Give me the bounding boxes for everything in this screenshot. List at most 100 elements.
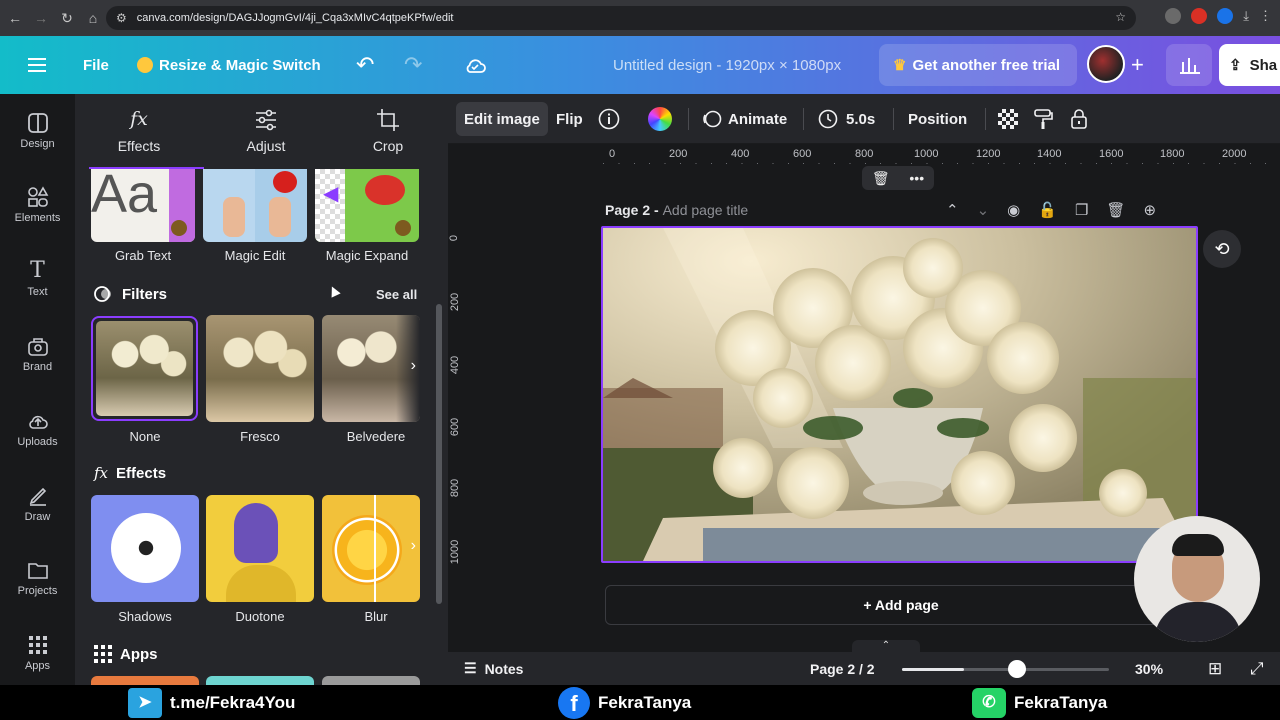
duplicate-page-icon[interactable]: ❐	[1075, 201, 1088, 219]
page-title-input[interactable]: Add page title	[663, 202, 749, 218]
info-button[interactable]	[598, 102, 620, 136]
effect-duotone[interactable]	[206, 495, 314, 602]
rail-draw[interactable]: Draw	[0, 485, 75, 523]
tab-effects[interactable]: fx Effects	[79, 108, 199, 154]
rail-design[interactable]: Design	[0, 112, 75, 150]
filter-belvedere[interactable]: ›	[322, 315, 420, 422]
comment-icon[interactable]: ⟲	[1203, 230, 1241, 268]
rail-apps[interactable]: Apps	[0, 634, 75, 672]
rail-label: Draw	[24, 511, 51, 523]
ruler-tick: 0	[448, 234, 461, 242]
rail-text[interactable]: T Text	[0, 260, 75, 299]
tab-label: Effects	[117, 138, 161, 154]
extension-icon[interactable]	[1191, 8, 1208, 24]
hand-shape	[269, 197, 291, 237]
animate-button[interactable]: Animate	[702, 102, 787, 136]
menu-button[interactable]	[28, 36, 46, 94]
color-button[interactable]	[648, 102, 672, 136]
more-options-icon[interactable]: •••	[909, 170, 924, 186]
fullscreen-icon[interactable]: ⤢	[1250, 659, 1264, 679]
rose-shape	[273, 171, 297, 193]
chevron-right-icon[interactable]: ›	[411, 357, 416, 375]
add-page-button[interactable]: + Add page	[605, 585, 1197, 625]
lock-page-icon[interactable]: 🔓	[1038, 201, 1057, 219]
tab-label: Adjust	[246, 138, 286, 154]
hide-page-icon[interactable]: ◉	[1007, 201, 1020, 219]
design-page[interactable]	[601, 226, 1198, 563]
chevron-up-icon[interactable]: ⌃	[946, 201, 959, 219]
site-settings-icon[interactable]: ⚙	[116, 11, 127, 25]
resize-button[interactable]: Resize & Magic Switch	[137, 36, 321, 94]
soccer-ball-shape	[111, 513, 181, 583]
rail-brand[interactable]: Brand	[0, 335, 75, 373]
rail-projects[interactable]: Projects	[0, 559, 75, 597]
notes-icon: ☰	[464, 660, 477, 676]
edit-image-button[interactable]: Edit image	[456, 102, 548, 136]
flip-button[interactable]: Flip	[556, 102, 583, 136]
chevron-down-icon[interactable]: ⌄	[977, 201, 990, 219]
document-title[interactable]: Untitled design - 1920px × 1080px	[613, 36, 841, 94]
paint-roller-button[interactable]	[1033, 102, 1053, 136]
presenter-hair	[1172, 534, 1224, 556]
notes-label: Notes	[484, 660, 524, 677]
see-all-link[interactable]: See all	[376, 287, 417, 302]
ruler-tick: 1000	[914, 148, 939, 160]
avatar[interactable]	[1087, 45, 1125, 83]
notes-button[interactable]: ☰ Notes	[464, 660, 523, 677]
home-icon[interactable]: ⌂	[82, 10, 104, 26]
redo-icon[interactable]: ↷	[404, 36, 422, 94]
app-thumbnail[interactable]	[91, 676, 199, 685]
delete-page-icon[interactable]: 🗑	[1106, 201, 1125, 219]
zoom-slider-handle[interactable]	[1008, 660, 1026, 678]
facebook-icon: f	[558, 687, 590, 719]
address-bar[interactable]: ⚙ canva.com/design/DAGJJogmGvI/4ji_Cqa3x…	[106, 6, 1136, 30]
collapse-pages-handle[interactable]: ⌃	[852, 640, 920, 652]
app-thumbnail[interactable]	[322, 676, 420, 685]
whatsapp-icon: ✆	[972, 688, 1006, 718]
magic-edit-thumbnail[interactable]	[203, 169, 307, 242]
add-collaborator-icon[interactable]: +	[1131, 36, 1144, 94]
browser-bar: ← → ↻ ⌂ ⚙ canva.com/design/DAGJJogmGvI/4…	[0, 0, 1280, 36]
grab-text-thumbnail[interactable]: Aa	[91, 169, 195, 242]
download-icon[interactable]: ⤓	[1243, 8, 1249, 24]
lock-button[interactable]	[1070, 102, 1088, 136]
bookmark-star-icon[interactable]: ☆	[1115, 10, 1126, 24]
hydrangea-photo	[603, 228, 1196, 561]
zoom-level[interactable]: 30%	[1135, 661, 1163, 677]
horizontal-ruler: 0 200 400 600 800 1000 1200 1400 1600 18…	[603, 144, 1280, 166]
undo-icon[interactable]: ↶	[356, 36, 374, 94]
filter-fresco[interactable]	[206, 315, 314, 422]
chevron-right-icon[interactable]: ›	[411, 537, 416, 555]
back-icon[interactable]: ←	[4, 10, 26, 26]
video-footer-banner: ➤ t.me/Fekra4You f FekraTanya ✆ FekraTan…	[0, 685, 1280, 720]
duration-button[interactable]: 5.0s	[818, 102, 875, 136]
rail-uploads[interactable]: Uploads	[0, 410, 75, 448]
tab-crop[interactable]: Crop	[328, 108, 448, 154]
ruler-tick: 1800	[1160, 148, 1185, 160]
effect-shadows[interactable]	[91, 495, 199, 602]
app-thumbnail[interactable]	[206, 676, 314, 685]
trash-icon[interactable]: 🗑	[872, 170, 890, 187]
transparency-button[interactable]	[998, 102, 1018, 136]
zoom-slider[interactable]	[902, 660, 1109, 678]
cloud-save-icon[interactable]	[464, 36, 486, 94]
effect-blur[interactable]: ›	[322, 495, 420, 602]
tab-adjust[interactable]: Adjust	[206, 108, 326, 154]
editor-header: File Resize & Magic Switch ↶ ↷ Untitled …	[0, 36, 1280, 94]
panel-scrollbar[interactable]	[436, 304, 442, 604]
extension-icon[interactable]	[1217, 8, 1234, 24]
menu-dots-icon[interactable]: ⋮	[1259, 8, 1272, 24]
magic-expand-thumbnail[interactable]: ◀	[315, 169, 419, 242]
add-page-icon[interactable]: ⊕	[1143, 201, 1156, 219]
filter-none[interactable]	[91, 316, 198, 421]
rail-elements[interactable]: Elements	[0, 186, 75, 224]
file-menu-button[interactable]: File	[83, 36, 109, 94]
reload-icon[interactable]: ↻	[56, 10, 78, 27]
page-counter[interactable]: Page 2 / 2	[810, 661, 875, 677]
grid-view-icon[interactable]: ⊞	[1208, 659, 1222, 679]
duration-label: 5.0s	[846, 110, 876, 128]
forward-icon[interactable]: →	[30, 10, 52, 26]
position-button[interactable]: Position	[908, 102, 967, 136]
share-button[interactable]: ⇪ Sha	[1219, 44, 1280, 86]
extension-icon[interactable]	[1165, 8, 1182, 24]
